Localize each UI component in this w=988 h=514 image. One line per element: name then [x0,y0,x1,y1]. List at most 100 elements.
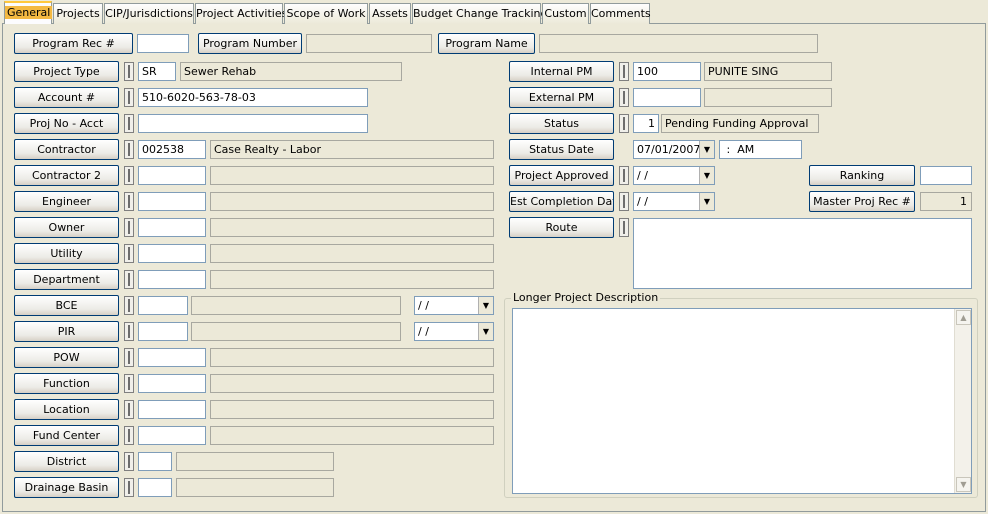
scroll-down-icon[interactable]: ▼ [956,477,971,492]
dropdown-arrow-icon[interactable]: ▼ [478,297,493,314]
external-pm-button[interactable]: External PM [509,87,614,108]
contractor2-button[interactable]: Contractor 2 [14,165,119,186]
engineer-button[interactable]: Engineer [14,191,119,212]
route-memo[interactable] [633,218,972,289]
account-field[interactable]: 510-6020-563-78-03 [138,88,368,107]
project-approved-date-combo[interactable]: / / ▼ [633,166,715,185]
vertical-scrollbar[interactable]: ▲ ▼ [954,309,971,493]
location-code-field[interactable] [138,400,206,419]
bce-date-combo[interactable]: / / ▼ [414,296,494,315]
master-proj-rec-button[interactable]: Master Proj Rec # [809,191,915,212]
account-grip-icon[interactable] [124,88,134,107]
internal-pm-grip-icon[interactable] [619,62,629,81]
internal-pm-button[interactable]: Internal PM [509,61,614,82]
location-button[interactable]: Location [14,399,119,420]
tab-assets[interactable]: Assets [369,3,411,24]
pow-button[interactable]: POW [14,347,119,368]
route-button[interactable]: Route [509,217,614,238]
proj-no-acct-button[interactable]: Proj No - Acct [14,113,119,134]
fund-center-grip-icon[interactable] [124,426,134,445]
ranking-button[interactable]: Ranking [809,165,915,186]
dropdown-arrow-icon[interactable]: ▼ [478,323,493,340]
utility-grip-icon[interactable] [124,244,134,263]
drainage-basin-grip-icon[interactable] [124,478,134,497]
proj-no-grip-icon[interactable] [124,114,134,133]
program-number-button[interactable]: Program Number [198,33,302,54]
status-date-combo[interactable]: 07/01/2007 ▼ [633,140,715,159]
pir-date-combo[interactable]: / / ▼ [414,322,494,341]
project-approved-button[interactable]: Project Approved [509,165,614,186]
internal-pm-code-field[interactable]: 100 [633,62,701,81]
external-pm-code-field[interactable] [633,88,701,107]
status-date-button[interactable]: Status Date [509,139,614,160]
longer-description-textarea[interactable]: ▲ ▼ [512,308,972,494]
account-button[interactable]: Account # [14,87,119,108]
pir-button[interactable]: PIR [14,321,119,342]
status-code-field[interactable]: 1 [633,114,659,133]
project-type-button[interactable]: Project Type [14,61,119,82]
function-code-field[interactable] [138,374,206,393]
est-completion-date-combo[interactable]: / / ▼ [633,192,715,211]
dropdown-arrow-icon[interactable]: ▼ [699,193,714,210]
contractor2-code-field[interactable] [138,166,206,185]
pir-code-field[interactable] [138,322,188,341]
district-code-field[interactable] [138,452,172,471]
status-grip-icon[interactable] [619,114,629,133]
contractor-button[interactable]: Contractor [14,139,119,160]
program-rec-field[interactable] [137,34,189,53]
bce-button[interactable]: BCE [14,295,119,316]
tab-cip-jurisdictions[interactable]: CIP/Jurisdictions [104,3,194,24]
drainage-basin-button[interactable]: Drainage Basin [14,477,119,498]
contractor2-grip-icon[interactable] [124,166,134,185]
function-grip-icon[interactable] [124,374,134,393]
ranking-field[interactable] [920,166,972,185]
status-button[interactable]: Status [509,113,614,134]
route-grip-icon[interactable] [619,218,629,237]
pow-code-field[interactable] [138,348,206,367]
program-name-button[interactable]: Program Name [438,33,535,54]
district-grip-icon[interactable] [124,452,134,471]
district-button[interactable]: District [14,451,119,472]
pow-grip-icon[interactable] [124,348,134,367]
tab-scope-of-work[interactable]: Scope of Work [284,3,368,24]
program-rec-button[interactable]: Program Rec # [14,33,133,54]
drainage-basin-code-field[interactable] [138,478,172,497]
pir-grip-icon[interactable] [124,322,134,341]
tab-project-activities[interactable]: Project Activities [195,3,287,24]
bce-grip-icon[interactable] [124,296,134,315]
fund-center-button[interactable]: Fund Center [14,425,119,446]
contractor-grip-icon[interactable] [124,140,134,159]
project-type-grip-icon[interactable] [124,62,134,81]
bce-code-field[interactable] [138,296,188,315]
tab-projects[interactable]: Projects [53,3,103,24]
est-completion-date-button[interactable]: Est Completion Date [509,191,614,212]
function-button[interactable]: Function [14,373,119,394]
owner-button[interactable]: Owner [14,217,119,238]
department-code-field[interactable] [138,270,206,289]
external-pm-grip-icon[interactable] [619,88,629,107]
tab-custom[interactable]: Custom [542,3,589,24]
owner-code-field[interactable] [138,218,206,237]
department-button[interactable]: Department [14,269,119,290]
engineer-grip-icon[interactable] [124,192,134,211]
tab-general[interactable]: General [4,1,53,24]
project-type-code-field[interactable]: SR [138,62,176,81]
est-completion-grip-icon[interactable] [619,192,629,211]
scroll-up-icon[interactable]: ▲ [956,310,971,325]
dropdown-arrow-icon[interactable]: ▼ [699,141,714,158]
tab-strip: General Projects CIP/Jurisdictions Proje… [0,0,988,24]
dropdown-arrow-icon[interactable]: ▼ [699,167,714,184]
proj-no-field[interactable] [138,114,368,133]
location-grip-icon[interactable] [124,400,134,419]
utility-code-field[interactable] [138,244,206,263]
status-time-field[interactable]: : AM [719,140,802,159]
tab-budget-change-tracking[interactable]: Budget Change Tracking [412,3,547,24]
department-grip-icon[interactable] [124,270,134,289]
owner-grip-icon[interactable] [124,218,134,237]
contractor-code-field[interactable]: 002538 [138,140,206,159]
engineer-code-field[interactable] [138,192,206,211]
tab-comments[interactable]: Comments [590,3,651,24]
utility-button[interactable]: Utility [14,243,119,264]
fund-center-code-field[interactable] [138,426,206,445]
project-approved-grip-icon[interactable] [619,166,629,185]
